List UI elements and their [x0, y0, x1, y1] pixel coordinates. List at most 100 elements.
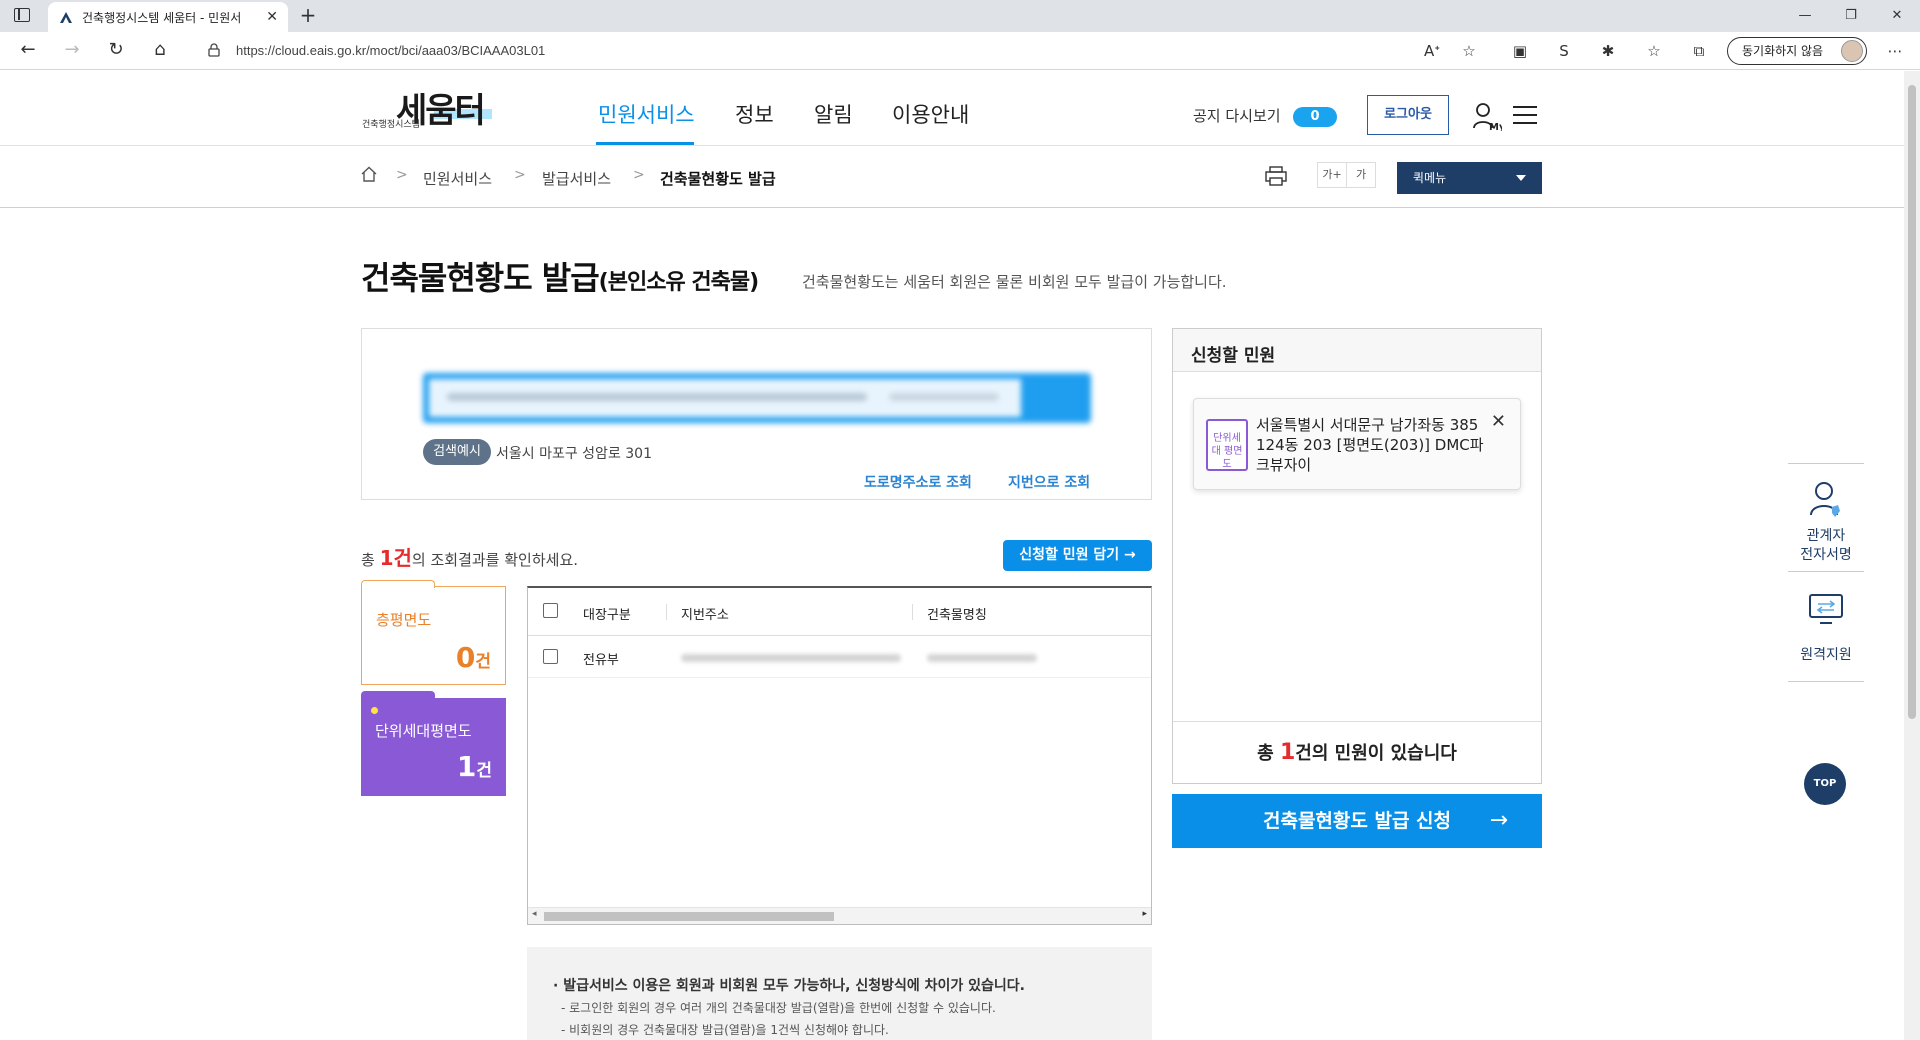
result-count: 1건 — [379, 546, 412, 570]
browser-tab[interactable]: 건축행정시스템 세움터 - 민원서 ✕ — [48, 2, 288, 32]
application-item[interactable]: 단위세대 평면도 서울특별시 서대문구 남가좌동 385 124동 203 [평… — [1193, 398, 1521, 490]
site-favicon-icon — [60, 12, 72, 23]
nav-info[interactable]: 정보 — [735, 99, 774, 129]
home-browser-icon[interactable]: ⌂ — [148, 40, 172, 62]
lock-icon — [208, 43, 220, 57]
quick-nav-divider — [1788, 681, 1864, 682]
font-larger-button[interactable]: 가+ — [1317, 162, 1347, 188]
select-all-checkbox[interactable] — [543, 603, 558, 618]
home-icon[interactable] — [361, 166, 377, 182]
new-tab-button[interactable]: + — [296, 4, 320, 28]
logo-sub-text: 건축행정시스템 — [362, 120, 420, 130]
nav-civil-service[interactable]: 민원서비스 — [598, 99, 695, 129]
breadcrumb-issuance[interactable]: 발급서비스 — [542, 168, 611, 189]
sync-label: 동기화하지 않음 — [1742, 44, 1824, 58]
scroll-right-icon[interactable]: ▸ — [1142, 909, 1147, 919]
remove-item-close-icon[interactable]: ✕ — [1491, 411, 1506, 432]
browser-tab-strip: 건축행정시스템 세움터 - 민원서 ✕ + — ❐ ✕ — [0, 0, 1920, 32]
refresh-icon[interactable]: ↻ — [104, 40, 128, 62]
forward-icon[interactable]: → — [60, 40, 84, 62]
unit-plan-label: 단위세대평면도 — [375, 722, 472, 740]
search-panel: 검색예시 서울시 마포구 성암로 301 도로명주소로 조회 지번으로 조회 — [361, 328, 1152, 500]
e-signature-label[interactable]: 관계자 전자서명 — [1788, 527, 1864, 565]
issue-request-button[interactable]: 건축물현황도 발급 신청 → — [1172, 794, 1542, 848]
address-bar[interactable]: https://cloud.eais.go.kr/moct/bci/aaa03/… — [190, 36, 1455, 66]
breadcrumb-civil-service[interactable]: 민원서비스 — [423, 168, 492, 189]
extensions-icon[interactable]: ✱ — [1597, 40, 1619, 62]
search-example-text: 서울시 마포구 성암로 301 — [496, 446, 652, 462]
extension-icon[interactable]: ▣ — [1509, 40, 1531, 62]
close-window-icon[interactable]: ✕ — [1887, 6, 1907, 26]
notice-count-badge[interactable]: 0 — [1293, 107, 1337, 127]
horizontal-scrollbar[interactable]: ◂ ▸ — [528, 907, 1151, 924]
my-page-icon[interactable]: My — [1472, 101, 1502, 131]
document-type-label: 단위세대 평면도 — [1211, 433, 1243, 470]
unit-plan-document-icon: 단위세대 평면도 — [1206, 419, 1248, 471]
search-example-badge: 검색예시 — [423, 439, 491, 465]
back-icon[interactable]: ← — [16, 40, 40, 62]
logout-button[interactable]: 로그아웃 — [1367, 95, 1449, 135]
summary-suffix: 의 조회결과를 확인하세요. — [411, 551, 579, 569]
remote-support-icon[interactable] — [1808, 591, 1844, 627]
tab-title: 건축행정시스템 세움터 - 민원서 — [82, 10, 242, 25]
notice-replay-label[interactable]: 공지 다시보기 — [1193, 105, 1281, 126]
result-table: 대장구분 지번주소 건축물명칭 전유부 ◂ ▸ — [527, 586, 1152, 925]
quick-nav-divider — [1788, 571, 1864, 572]
tab-actions-icon[interactable] — [14, 8, 30, 22]
notice-heading: · 발급서비스 이용은 회원과 비회원 모두 가능하나, 신청방식에 차이가 있… — [553, 978, 1025, 994]
close-tab-icon[interactable]: ✕ — [266, 9, 278, 25]
application-panel-title: 신청할 민원 — [1191, 346, 1276, 366]
arrow-right-icon: → — [1489, 808, 1508, 833]
url-text: https://cloud.eais.go.kr/moct/bci/aaa03/… — [236, 43, 546, 58]
redacted-text — [889, 393, 999, 401]
table-row[interactable]: 전유부 — [528, 636, 1151, 678]
address-search-input[interactable] — [423, 373, 1091, 423]
total-prefix: 총 — [1257, 743, 1280, 764]
favorites-icon[interactable]: ☆ — [1643, 40, 1665, 62]
column-divider — [912, 604, 913, 620]
notice-line: - 로그인한 회원의 경우 여러 개의 건축물대장 발급(열람)을 한번에 신청… — [561, 1001, 996, 1015]
floor-plan-count-value: 0 — [455, 641, 476, 674]
road-address-search-link[interactable]: 도로명주소로 조회 — [864, 472, 972, 492]
unit-plan-count: 1건 — [457, 750, 492, 783]
hamburger-menu-icon[interactable] — [1513, 106, 1537, 126]
chevron-right-icon: > — [514, 167, 526, 183]
remote-support-label[interactable]: 원격지원 — [1788, 646, 1864, 665]
page-title: 건축물현황도 발급(본인소유 건축물) — [361, 253, 759, 299]
minimize-icon[interactable]: — — [1795, 6, 1815, 26]
scrollbar-thumb[interactable] — [544, 912, 834, 921]
scroll-left-icon[interactable]: ◂ — [532, 909, 537, 919]
nav-guide[interactable]: 이용안내 — [892, 99, 969, 129]
lot-number-search-link[interactable]: 지번으로 조회 — [1008, 472, 1090, 492]
profile-sync-button[interactable]: 동기화하지 않음 — [1727, 37, 1867, 65]
extension-s-icon[interactable]: S — [1553, 40, 1575, 62]
result-summary: 총 1건의 조회결과를 확인하세요. — [361, 542, 578, 571]
application-total: 총 1건의 민원이 있습니다 — [1173, 721, 1541, 783]
read-aloud-icon[interactable]: Aᐩ — [1421, 40, 1443, 62]
collections-icon[interactable]: ⧉ — [1688, 40, 1710, 62]
page-title-suffix: (본인소유 건축물) — [598, 270, 759, 295]
chevron-down-icon — [1516, 175, 1526, 181]
font-normal-button[interactable]: 가 — [1346, 162, 1376, 188]
add-to-application-button[interactable]: 신청할 민원 담기 → — [1003, 540, 1152, 571]
restore-icon[interactable]: ❐ — [1841, 6, 1861, 26]
seumteo-logo[interactable]: 세움터 건축행정시스템 — [362, 87, 502, 131]
add-favorite-icon[interactable]: ☆ — [1458, 40, 1480, 62]
unit-plan-card[interactable]: 단위세대평면도 1건 — [361, 691, 506, 796]
page-vertical-scrollbar[interactable] — [1904, 71, 1920, 1040]
application-panel: 신청할 민원 단위세대 평면도 서울특별시 서대문구 남가좌동 385 124동… — [1172, 328, 1542, 784]
column-header-address: 지번주소 — [681, 608, 729, 623]
nav-alert[interactable]: 알림 — [814, 99, 853, 129]
scroll-to-top-button[interactable]: TOP — [1804, 763, 1846, 805]
e-signature-icon[interactable] — [1808, 481, 1844, 521]
search-input-field[interactable] — [429, 379, 1021, 417]
quick-menu-select[interactable]: 퀵메뉴 — [1397, 162, 1542, 194]
more-icon[interactable]: ⋯ — [1884, 40, 1906, 62]
print-icon[interactable] — [1265, 166, 1287, 186]
redacted-address-cell — [681, 654, 901, 662]
floor-plan-card[interactable]: 층평면도 0건 — [361, 580, 506, 685]
unit-plan-count-value: 1 — [456, 750, 477, 783]
row-checkbox[interactable] — [543, 649, 558, 664]
scrollbar-thumb[interactable] — [1908, 85, 1916, 719]
my-label: My — [1489, 122, 1502, 131]
